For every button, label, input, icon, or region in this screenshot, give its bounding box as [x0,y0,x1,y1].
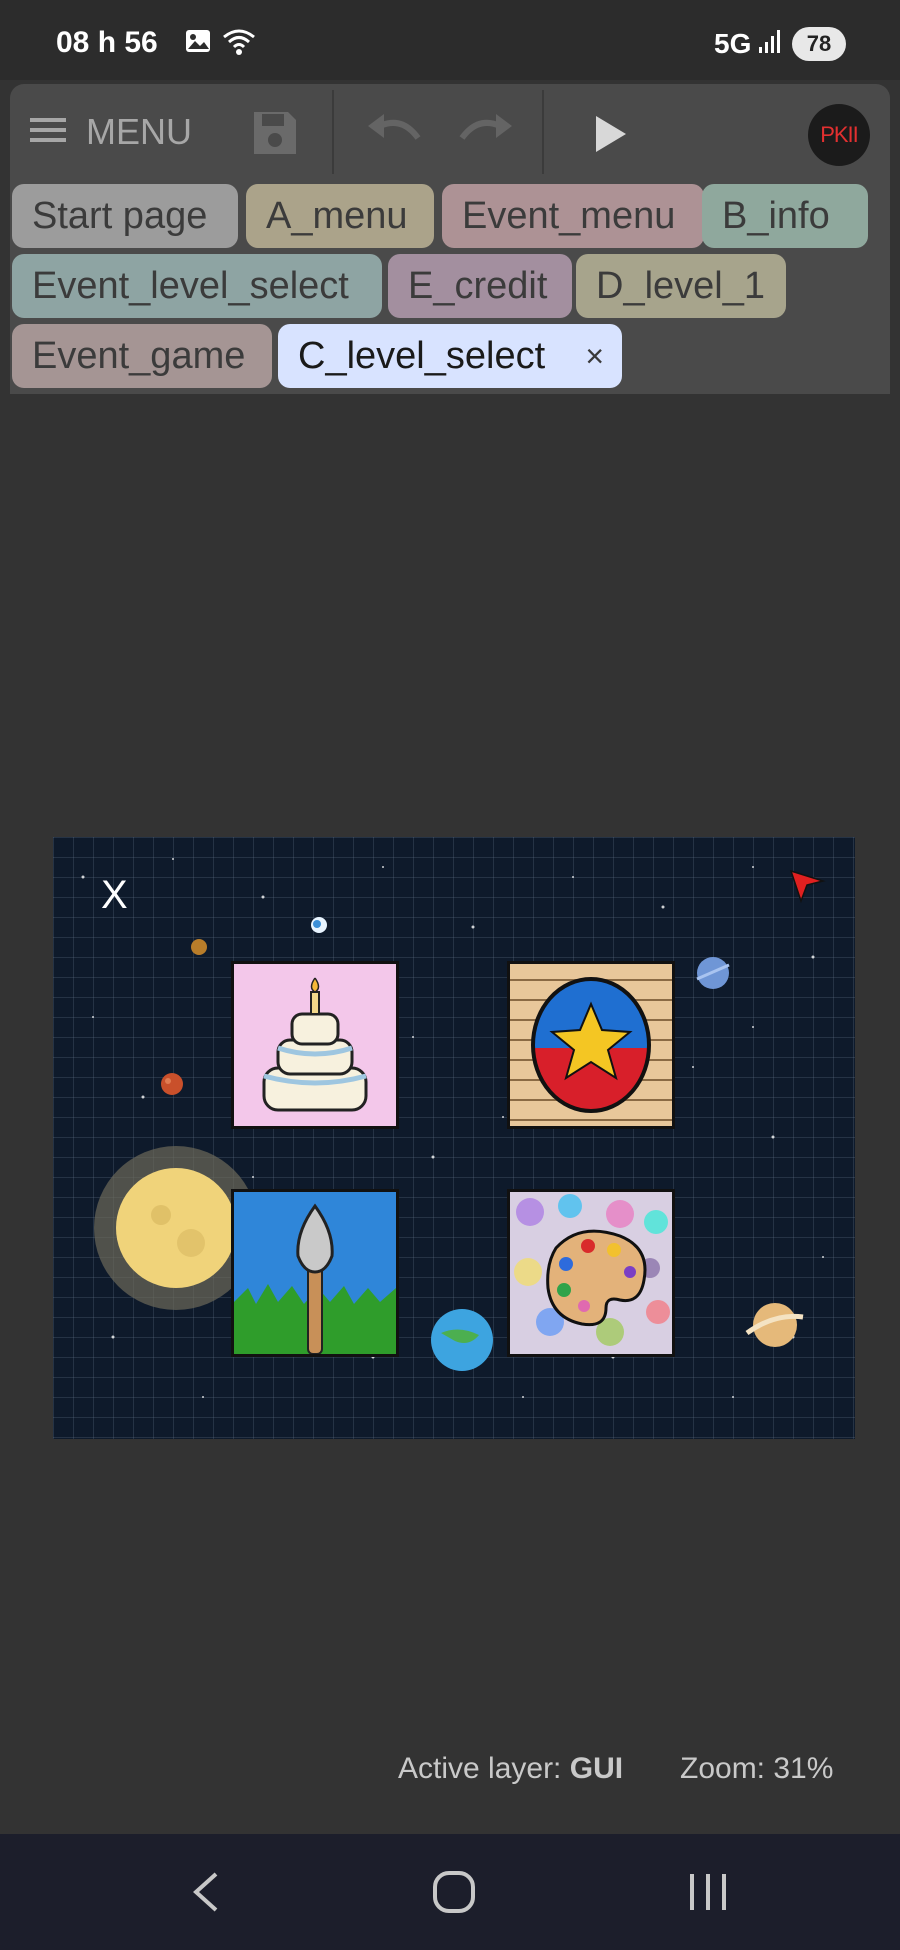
cake-level-button[interactable] [231,961,399,1129]
palette-icon [514,1194,670,1346]
tab-label: Event_level_select [32,265,349,307]
tab-event-menu[interactable]: Event_menu [442,184,704,248]
tab-event-level-select[interactable]: Event_level_select [12,254,382,318]
star-level-button[interactable] [507,961,675,1129]
signal-icon [758,27,782,60]
menu-label: MENU [86,111,192,152]
small-planet-icon [311,917,327,933]
tab-label: Start page [32,195,208,237]
tab-label: Event_game [32,335,246,377]
play-icon[interactable] [590,112,630,161]
tab-e-credit[interactable]: E_credit [388,254,572,318]
toolbar: MENU PKII [10,84,890,180]
save-icon[interactable] [250,108,300,163]
tab-a-menu[interactable]: A_menu [246,184,434,248]
app-logo[interactable]: PKII [808,104,870,166]
active-layer-value: GUI [569,1752,624,1785]
navigation-bar [0,1834,900,1950]
close-label[interactable]: X [101,873,128,918]
image-icon [184,27,212,60]
tab-d-level-1[interactable]: D_level_1 [576,254,786,318]
home-icon[interactable] [432,1870,476,1919]
battery-icon: 78 [792,27,846,61]
menu-button[interactable]: MENU [30,110,192,154]
red-planet-icon [161,1073,183,1095]
tab-label: E_credit [408,265,548,307]
tab-c-level-select[interactable]: C_level_select × [278,324,622,388]
hamburger-icon [30,116,66,149]
tab-label: D_level_1 [596,265,765,307]
tab-bar: Start page A_menu Event_menu B_info Even… [10,180,890,394]
network-type: 5G [714,28,752,59]
toolbar-divider [542,90,544,174]
shovel-level-button[interactable] [231,1189,399,1357]
active-layer-label: Active layer: [398,1752,562,1785]
active-layer-info: Active layer: GUI [398,1752,623,1786]
tab-start-page[interactable]: Start page [12,184,238,248]
wifi-icon [222,27,256,62]
redo-icon[interactable] [458,112,514,157]
scene-canvas[interactable]: X [53,837,855,1439]
undo-icon[interactable] [366,112,422,157]
star-emblem-icon [510,977,672,1121]
close-tab-icon[interactable]: × [585,324,604,388]
orange-planet-icon [191,939,207,955]
tab-event-game[interactable]: Event_game [12,324,272,388]
shovel-icon [234,1203,396,1354]
back-icon[interactable] [186,1870,226,1919]
tab-label: B_info [722,195,830,237]
tab-b-info[interactable]: B_info [702,184,868,248]
toolbar-divider [332,90,334,174]
recents-icon[interactable] [686,1870,730,1919]
earth-icon [431,1309,493,1371]
tab-label: Event_menu [462,195,676,237]
tab-label: C_level_select [298,335,546,377]
cursor-arrow-icon [789,869,826,904]
zoom-info: Zoom: 31% [680,1752,834,1785]
saturn-icon [745,1303,804,1347]
ringed-blue-planet-icon [696,957,730,989]
status-bar: 08 h 56 5G 78 [0,0,900,80]
cake-icon [262,977,368,1112]
status-time: 08 h 56 [56,26,158,59]
tab-label: A_menu [266,195,408,237]
palette-level-button[interactable] [507,1189,675,1357]
